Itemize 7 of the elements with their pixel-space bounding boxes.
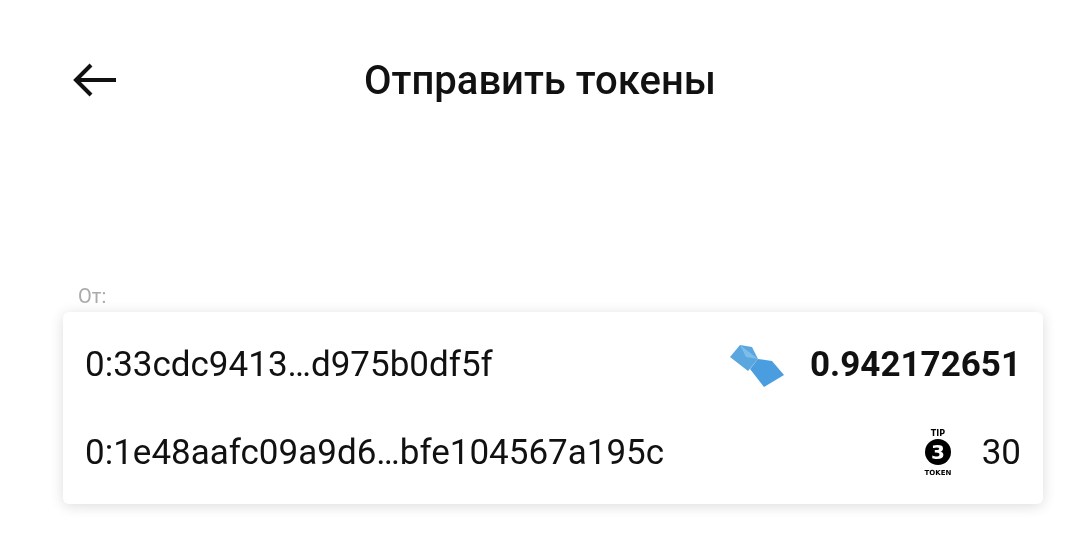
back-arrow-icon: [72, 63, 118, 97]
from-label: От:: [78, 284, 108, 308]
account-balance: 0.942172651: [810, 343, 1021, 385]
account-address: 0:1e48aafc09a9d6…bfe104567a195c: [85, 431, 666, 473]
account-address: 0:33cdc9413…d975b0df5f: [85, 343, 494, 385]
account-balance: 30: [981, 431, 1021, 473]
screen-title: Отправить токены: [364, 56, 716, 104]
